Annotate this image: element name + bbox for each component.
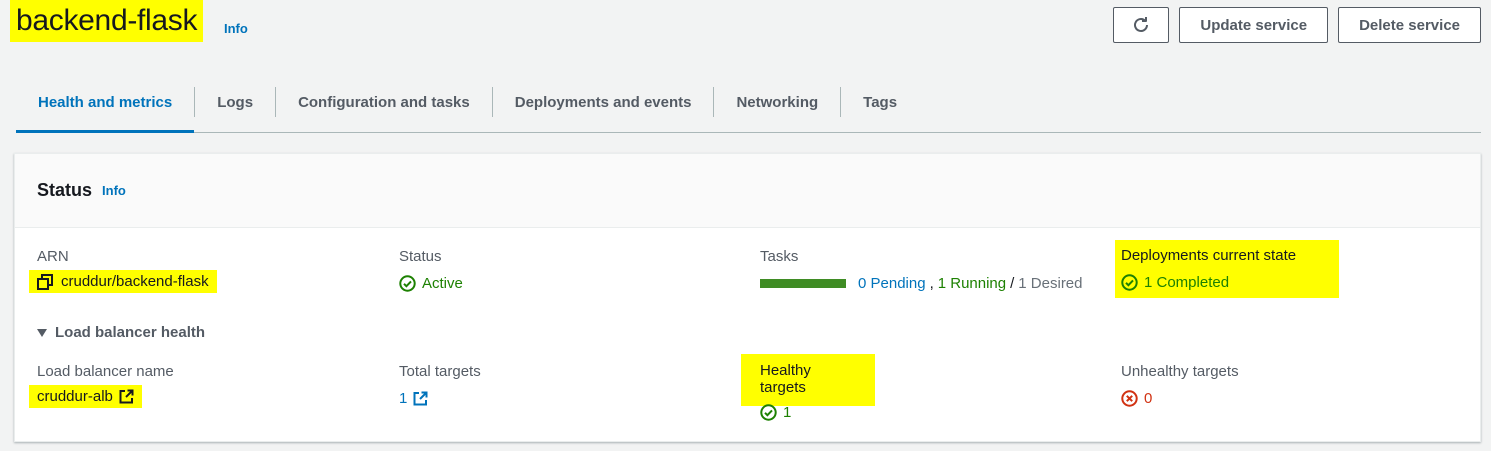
- healthy-targets-label: Healthy targets: [760, 362, 811, 396]
- tasks-running-link[interactable]: 1 Running: [938, 275, 1006, 292]
- tab-bar: Health and metrics Logs Configuration an…: [16, 72, 1481, 133]
- status-card: Status Info ARN cruddur/backend-flask St…: [14, 153, 1481, 442]
- tab-configuration-and-tasks[interactable]: Configuration and tasks: [276, 72, 492, 132]
- tasks-desired: 1 Desired: [1018, 275, 1083, 292]
- arn-value-highlight: cruddur/backend-flask: [29, 270, 217, 293]
- update-service-button[interactable]: Update service: [1179, 7, 1329, 43]
- unhealthy-targets-value: 0: [1144, 390, 1153, 407]
- tasks-label: Tasks: [760, 248, 799, 265]
- header-actions: Update service Delete service: [1113, 7, 1481, 43]
- load-balancer-health-label: Load balancer health: [55, 324, 206, 341]
- copy-icon[interactable]: [37, 273, 53, 290]
- arn-value: cruddur/backend-flask: [61, 273, 209, 290]
- check-circle-icon: [760, 404, 777, 421]
- total-targets-link[interactable]: 1: [399, 390, 407, 407]
- caret-down-icon: [37, 328, 47, 337]
- status-value: Active: [422, 275, 463, 292]
- x-circle-icon: [1121, 390, 1138, 407]
- unhealthy-targets-label: Unhealthy targets: [1121, 363, 1239, 380]
- status-card-header: Status Info: [15, 154, 1480, 228]
- status-info-link[interactable]: Info: [102, 183, 126, 198]
- refresh-icon: [1131, 15, 1151, 35]
- external-link-icon[interactable]: [413, 391, 428, 406]
- lb-name-link[interactable]: cruddur-alb: [37, 388, 113, 405]
- check-circle-icon: [399, 275, 416, 292]
- unhealthy-targets-field: Unhealthy targets 0: [1121, 363, 1239, 407]
- status-card-title: Status: [37, 180, 93, 200]
- tasks-comma: ,: [929, 275, 934, 292]
- arn-field: ARN cruddur/backend-flask: [29, 248, 217, 293]
- total-targets-field: Total targets 1: [399, 363, 481, 407]
- external-link-icon[interactable]: [119, 389, 134, 404]
- lb-name-field: Load balancer name cruddur-alb: [29, 363, 174, 408]
- check-circle-icon: [1121, 274, 1138, 291]
- tab-health-and-metrics[interactable]: Health and metrics: [16, 72, 195, 133]
- lb-name-label: Load balancer name: [37, 363, 174, 380]
- status-label: Status: [399, 248, 442, 265]
- tasks-field: Tasks 0 Pending , 1 Running / 1 Desired: [760, 248, 1083, 292]
- status-field: Status Active: [399, 248, 463, 292]
- tab-deployments-and-events[interactable]: Deployments and events: [493, 72, 714, 132]
- total-targets-label: Total targets: [399, 363, 481, 380]
- tab-networking[interactable]: Networking: [714, 72, 840, 132]
- healthy-targets-value: 1: [783, 404, 792, 421]
- service-name: backend-flask: [16, 4, 198, 37]
- page-title: backend-flask: [10, 0, 204, 42]
- delete-service-button[interactable]: Delete service: [1338, 7, 1481, 43]
- arn-label: ARN: [37, 248, 69, 265]
- tab-tags[interactable]: Tags: [841, 72, 919, 132]
- deployments-label: Deployments current state: [1121, 247, 1297, 264]
- tasks-pending-link[interactable]: 0 Pending: [858, 275, 926, 292]
- load-balancer-health-toggle[interactable]: Load balancer health: [37, 324, 205, 341]
- deployments-value: 1 Completed: [1144, 274, 1230, 291]
- tab-logs[interactable]: Logs: [195, 72, 275, 132]
- healthy-targets-field: Healthy targets 1: [741, 354, 875, 421]
- tasks-slash: /: [1010, 275, 1015, 292]
- title-info-link[interactable]: Info: [224, 21, 248, 36]
- refresh-button[interactable]: [1113, 7, 1170, 43]
- deployments-field: Deployments current state 1 Completed: [1115, 240, 1339, 298]
- tasks-progress-bar: [760, 279, 846, 288]
- lb-name-highlight: cruddur-alb: [29, 385, 142, 408]
